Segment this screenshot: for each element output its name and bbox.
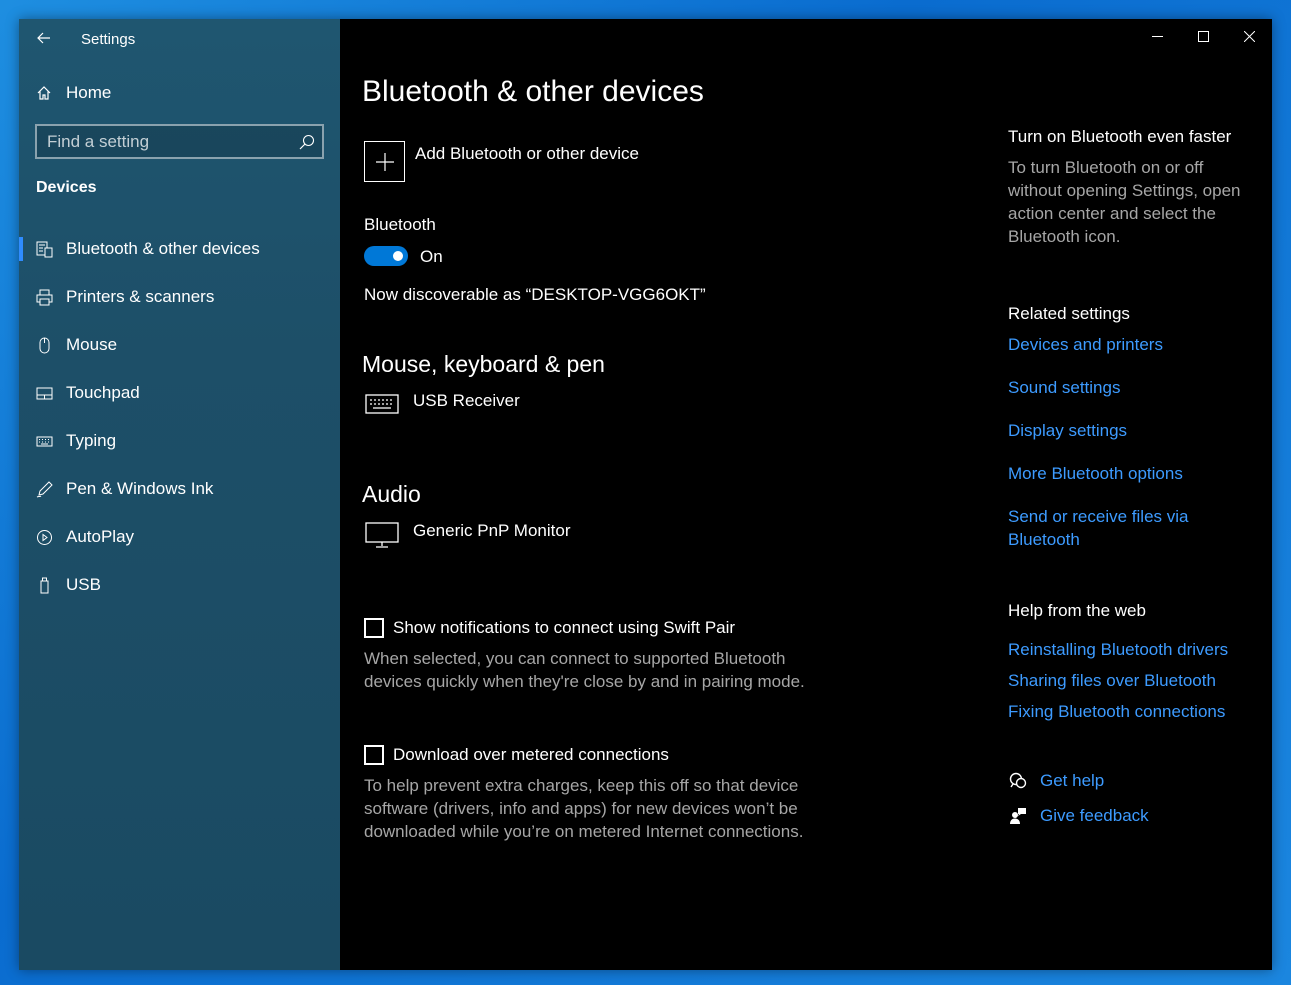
touchpad-icon [35, 384, 53, 402]
sidebar-item-label: Touchpad [66, 383, 140, 402]
printer-icon [35, 288, 53, 306]
swift-pair-checkbox[interactable]: Show notifications to connect using Swif… [364, 618, 735, 638]
get-help-link[interactable]: Get help [1008, 771, 1104, 791]
main-content: Bluetooth & other devices Add Bluetooth … [340, 19, 1272, 970]
device-usb-receiver[interactable]: USB Receiver [364, 389, 520, 419]
home-nav-item[interactable]: Home [35, 79, 111, 107]
give-feedback-link[interactable]: Give feedback [1008, 806, 1149, 826]
link-sound-settings[interactable]: Sound settings [1008, 376, 1248, 399]
settings-window: Settings Home Devices Bluetooth & other … [19, 19, 1272, 970]
home-icon [35, 84, 53, 102]
close-button[interactable] [1226, 19, 1272, 53]
minimize-button[interactable] [1134, 19, 1180, 53]
feedback-icon [1008, 806, 1028, 826]
bluetooth-label: Bluetooth [364, 215, 436, 234]
sidebar-item-autoplay[interactable]: AutoPlay [19, 520, 340, 568]
related-settings-heading: Related settings [1008, 304, 1130, 323]
chat-help-icon [1008, 771, 1028, 791]
sidebar-nav: Bluetooth & other devices Printers & sca… [19, 232, 340, 616]
window-controls [1134, 19, 1272, 53]
link-display-settings[interactable]: Display settings [1008, 419, 1248, 442]
maximize-button[interactable] [1180, 19, 1226, 53]
device-pnp-monitor[interactable]: Generic PnP Monitor [364, 519, 570, 549]
give-feedback-label: Give feedback [1040, 806, 1149, 825]
sidebar: Settings Home Devices Bluetooth & other … [19, 19, 340, 970]
bluetooth-devices-icon [35, 240, 53, 258]
sidebar-item-mouse[interactable]: Mouse [19, 328, 340, 376]
app-title: Settings [81, 31, 136, 48]
link-fixing-connections[interactable]: Fixing Bluetooth connections [1008, 700, 1268, 723]
search-input[interactable] [37, 126, 292, 157]
link-reinstalling-drivers[interactable]: Reinstalling Bluetooth drivers [1008, 638, 1268, 661]
maximize-icon [1197, 30, 1209, 42]
autoplay-icon [35, 528, 53, 546]
pen-icon [35, 480, 53, 498]
bluetooth-toggle[interactable] [364, 246, 408, 266]
sidebar-item-touchpad[interactable]: Touchpad [19, 376, 340, 424]
monitor-icon [364, 519, 400, 549]
link-sharing-files[interactable]: Sharing files over Bluetooth [1008, 669, 1268, 692]
device-label: USB Receiver [413, 391, 520, 410]
link-send-receive-files[interactable]: Send or receive files via Bluetooth [1008, 505, 1208, 551]
metered-checkbox[interactable]: Download over metered connections [364, 745, 669, 765]
metered-description: To help prevent extra charges, keep this… [364, 776, 804, 841]
back-button[interactable] [31, 25, 57, 51]
page-title: Bluetooth & other devices [362, 75, 704, 108]
sidebar-item-pen[interactable]: Pen & Windows Ink [19, 472, 340, 520]
close-icon [1243, 30, 1255, 42]
device-label: Generic PnP Monitor [413, 521, 571, 540]
web-help-heading: Help from the web [1008, 601, 1146, 620]
group-heading-input: Mouse, keyboard & pen [362, 351, 605, 377]
keyboard-icon [35, 432, 53, 450]
minimize-icon [1151, 35, 1163, 37]
get-help-label: Get help [1040, 771, 1105, 790]
bluetooth-state: On [420, 247, 443, 266]
checkbox-box[interactable] [364, 618, 384, 638]
add-device-label: Add Bluetooth or other device [415, 144, 639, 163]
tip-heading: Turn on Bluetooth even faster [1008, 127, 1232, 146]
checkbox-label: Download over metered connections [393, 745, 669, 764]
usb-icon [35, 576, 53, 594]
sidebar-item-label: Bluetooth & other devices [66, 239, 260, 258]
tip-text: To turn Bluetooth on or off without open… [1008, 158, 1241, 246]
sidebar-item-printers[interactable]: Printers & scanners [19, 280, 340, 328]
checkbox-box[interactable] [364, 745, 384, 765]
sidebar-item-label: Pen & Windows Ink [66, 479, 214, 498]
sidebar-item-label: Printers & scanners [66, 287, 215, 306]
sidebar-item-typing[interactable]: Typing [19, 424, 340, 472]
back-arrow-icon [37, 32, 50, 44]
sidebar-item-bluetooth[interactable]: Bluetooth & other devices [19, 232, 340, 280]
keyboard-icon [364, 389, 400, 419]
checkbox-label: Show notifications to connect using Swif… [393, 618, 736, 637]
discoverable-text: Now discoverable as “DESKTOP-VGG6OKT” [364, 285, 706, 304]
sidebar-item-label: Typing [66, 431, 117, 450]
mouse-icon [35, 336, 53, 354]
sidebar-item-usb[interactable]: USB [19, 568, 340, 616]
sidebar-item-label: AutoPlay [66, 527, 135, 546]
sidebar-item-label: USB [66, 575, 101, 594]
plus-icon [364, 141, 405, 182]
search-box[interactable] [35, 124, 324, 159]
sidebar-item-label: Mouse [66, 335, 118, 354]
swift-pair-description: When selected, you can connect to suppor… [364, 649, 805, 691]
group-heading-audio: Audio [362, 481, 421, 507]
section-heading: Devices [36, 179, 97, 196]
add-device-button[interactable]: Add Bluetooth or other device [364, 141, 639, 182]
search-icon[interactable] [292, 126, 322, 157]
link-more-bluetooth[interactable]: More Bluetooth options [1008, 462, 1248, 485]
home-label: Home [66, 83, 112, 102]
link-devices-printers[interactable]: Devices and printers [1008, 333, 1248, 356]
